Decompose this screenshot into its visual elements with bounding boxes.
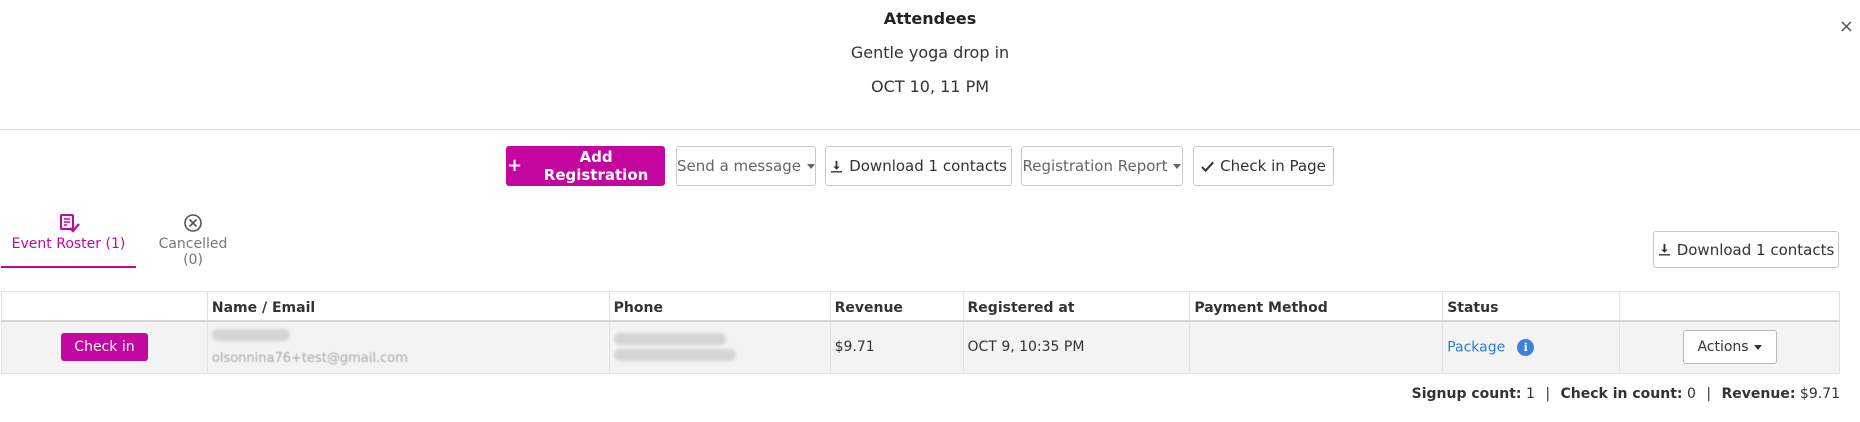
check-in-page-button[interactable]: Check in Page xyxy=(1193,146,1334,186)
status-package-link[interactable]: Package xyxy=(1447,339,1505,355)
col-revenue: Revenue xyxy=(829,291,964,322)
col-registered-at: Registered at xyxy=(962,291,1191,322)
revenue-label: Revenue: xyxy=(1721,386,1796,402)
event-date: OCT 10, 11 PM xyxy=(870,77,990,96)
redacted-name xyxy=(211,329,290,342)
info-icon[interactable]: i xyxy=(1517,338,1535,356)
checkin-count-value: 0 xyxy=(1686,386,1696,402)
summary-bar: Signup count: 1 | Check in count: 0 | Re… xyxy=(1412,386,1840,402)
table-header-row: Name / Email Phone Revenue Registered at… xyxy=(1,291,1840,322)
revenue-value: $9.71 xyxy=(1799,386,1840,402)
col-phone: Phone xyxy=(608,291,831,322)
close-icon[interactable]: × xyxy=(1839,16,1854,37)
cell-revenue: $9.71 xyxy=(829,320,964,374)
col-name-email: Name / Email xyxy=(206,291,610,322)
signup-count-label: Signup count: xyxy=(1411,386,1522,402)
download-contacts-button[interactable]: Download 1 contacts xyxy=(825,146,1012,186)
tab-cancelled[interactable]: Cancelled (0) xyxy=(148,206,238,268)
col-actions xyxy=(1619,291,1840,322)
download-contacts-right-label: Download 1 contacts xyxy=(1676,240,1835,259)
send-message-label: Send a message xyxy=(677,157,801,175)
col-action xyxy=(1,291,208,322)
add-registration-label: Add Registration xyxy=(543,148,649,184)
redacted-phone xyxy=(613,333,726,346)
download-contacts-right-button[interactable]: Download 1 contacts xyxy=(1653,231,1839,268)
download-icon xyxy=(1658,243,1670,256)
cell-name-email: olsonnina76+test@gmail.com xyxy=(206,320,610,374)
check-in-page-label: Check in Page xyxy=(1220,157,1326,175)
col-status: Status xyxy=(1442,291,1621,322)
circle-x-icon xyxy=(184,214,202,232)
check-in-button[interactable]: Check in xyxy=(60,333,148,362)
cell-payment-method xyxy=(1189,320,1444,374)
add-registration-button[interactable]: + Add Registration xyxy=(506,146,665,186)
roster-check-icon xyxy=(59,214,80,233)
summary-separator: | xyxy=(1545,386,1551,402)
registration-report-dropdown[interactable]: Registration Report xyxy=(1021,146,1183,186)
cell-actions: Actions xyxy=(1619,320,1840,374)
actions-label: Actions xyxy=(1697,339,1749,356)
checkin-count-label: Check in count: xyxy=(1560,386,1683,402)
chevron-down-icon xyxy=(1173,163,1182,169)
signup-count-value: 1 xyxy=(1525,386,1535,402)
summary-separator: | xyxy=(1706,386,1712,402)
chevron-down-icon xyxy=(1753,344,1762,350)
event-name: Gentle yoga drop in xyxy=(850,43,1010,62)
modal-header: Attendees Gentle yoga drop in OCT 10, 11… xyxy=(0,0,1860,130)
tab-event-roster[interactable]: Event Roster (1) xyxy=(1,206,136,268)
roster-table: Name / Email Phone Revenue Registered at… xyxy=(1,291,1840,374)
send-message-dropdown[interactable]: Send a message xyxy=(676,146,816,186)
cell-action: Check in xyxy=(1,320,208,374)
tab-event-roster-label: Event Roster (1) xyxy=(11,236,126,252)
cell-phone xyxy=(608,320,831,374)
cell-status: Package i xyxy=(1442,320,1621,374)
attendee-email: olsonnina76+test@gmail.com xyxy=(211,351,408,366)
registration-report-label: Registration Report xyxy=(1022,157,1168,175)
tab-cancelled-label: Cancelled (0) xyxy=(158,236,228,268)
download-icon xyxy=(831,160,843,173)
download-contacts-label: Download 1 contacts xyxy=(849,157,1007,175)
redacted-phone-extra xyxy=(613,349,736,362)
plus-icon: + xyxy=(507,155,523,176)
table-row: Check in olsonnina76+test@gmail.com $9.7… xyxy=(1,320,1840,374)
col-payment-method: Payment Method xyxy=(1189,291,1444,322)
modal-title: Attendees xyxy=(883,9,977,28)
checkmark-icon xyxy=(1201,161,1214,172)
chevron-down-icon xyxy=(806,163,815,169)
cell-registered-at: OCT 9, 10:35 PM xyxy=(962,320,1191,374)
actions-dropdown[interactable]: Actions xyxy=(1682,330,1777,365)
